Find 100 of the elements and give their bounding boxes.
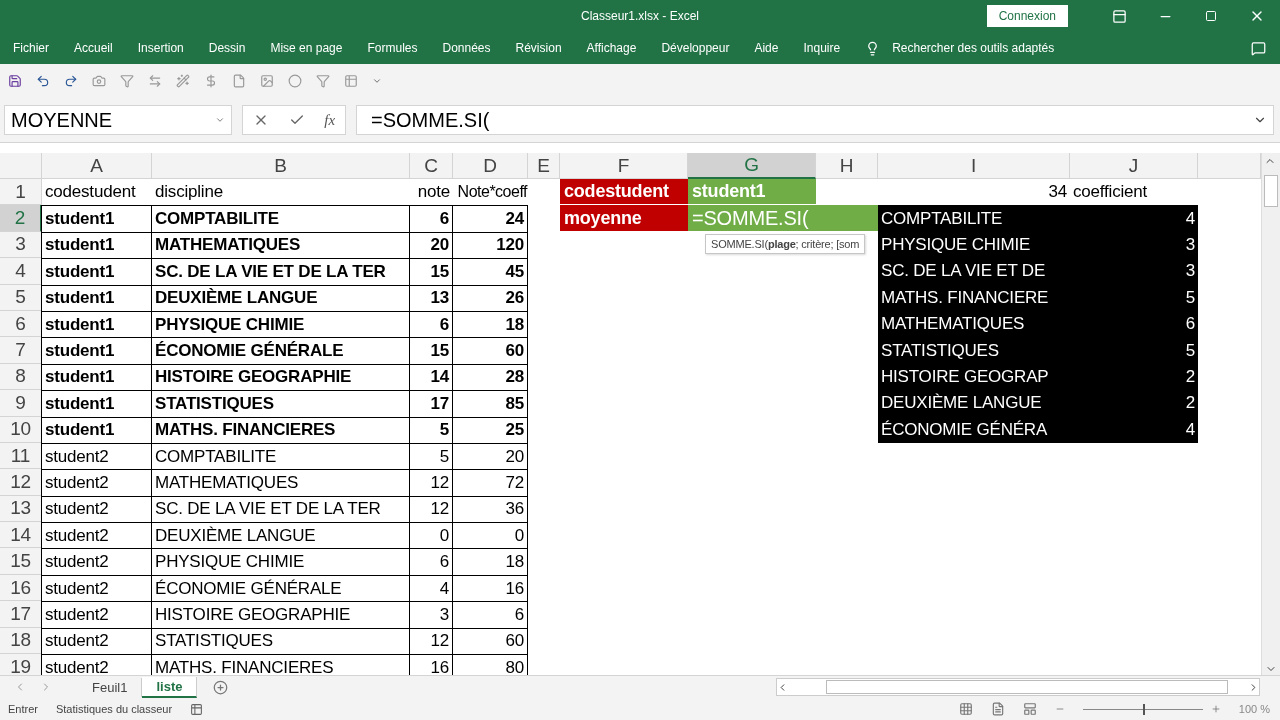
camera-icon[interactable]: [92, 74, 106, 88]
scroll-thumb[interactable]: [1264, 175, 1278, 207]
table-cell: SC. DE LA VIE ET DE: [878, 258, 1070, 285]
column-header[interactable]: A: [42, 153, 152, 179]
table-cell: 4: [1070, 416, 1198, 443]
menu-tab[interactable]: Inquire: [803, 41, 841, 55]
page-break-icon[interactable]: [1022, 702, 1037, 716]
search-hint[interactable]: Rechercher des outils adaptés: [892, 41, 1055, 55]
function-tooltip: SOMME.SI(plage; critère; [som: [705, 234, 866, 254]
table-cell: 4: [1070, 205, 1198, 232]
table-cell-text: discipline: [154, 181, 224, 204]
zoom-level: 100 %: [1238, 703, 1270, 715]
zoom-in-icon[interactable]: [1210, 704, 1221, 714]
filter-icon[interactable]: [120, 74, 134, 88]
menu-tab[interactable]: Développeur: [661, 41, 730, 55]
status-mode: Entrer: [8, 703, 38, 715]
row-header[interactable]: 15: [0, 548, 42, 575]
table-cell: codestudent: [560, 179, 688, 206]
restore-icon[interactable]: [1205, 10, 1217, 22]
sign-in-button[interactable]: Connexion: [986, 5, 1068, 27]
scroll-thumb[interactable]: [826, 680, 1228, 694]
table-cell-text: note: [416, 181, 451, 204]
menu-tab[interactable]: Insertion: [137, 41, 184, 55]
row-header[interactable]: 8: [0, 363, 42, 391]
menu-tab[interactable]: Formules: [367, 41, 418, 55]
column-header[interactable]: H: [816, 153, 878, 179]
menu-tab[interactable]: Dessin: [208, 41, 246, 55]
zoom-thumb[interactable]: [1142, 703, 1145, 715]
table-cell: ÉCONOMIE GÉNÉRA: [878, 416, 1070, 443]
row-header[interactable]: 6: [0, 310, 42, 338]
vertical-scrollbar[interactable]: [1261, 153, 1280, 675]
menu-tab[interactable]: Mise en page: [270, 41, 343, 55]
row-header[interactable]: 3: [0, 231, 42, 259]
row-header[interactable]: 4: [0, 258, 42, 285]
column-header[interactable]: J: [1070, 153, 1198, 179]
table-cell: 3: [1070, 258, 1198, 285]
table-cell: 5: [1070, 284, 1198, 311]
statistics-icon[interactable]: [190, 702, 204, 716]
row-header[interactable]: 17: [0, 601, 42, 628]
table-cell: 3: [1070, 231, 1198, 259]
horizontal-scrollbar[interactable]: [776, 678, 1260, 696]
sheet-tab[interactable]: liste: [142, 676, 198, 698]
column-header[interactable]: E: [528, 153, 560, 179]
table-cell: COMPTABILITE: [878, 205, 1070, 232]
table-icon[interactable]: [344, 74, 358, 88]
row-header[interactable]: 11: [0, 442, 42, 470]
menu-tab[interactable]: Fichier: [13, 41, 49, 55]
table-cell: 2: [1070, 390, 1198, 417]
table-cell-text: codestudent: [44, 181, 137, 204]
undo-icon[interactable]: [36, 74, 50, 88]
arrows-icon[interactable]: [148, 74, 162, 88]
column-header[interactable]: F: [560, 153, 688, 179]
filter-icon[interactable]: [316, 74, 330, 88]
insert-function-button[interactable]: fx: [324, 111, 336, 129]
table-cell: 5: [1070, 337, 1198, 364]
wand-icon[interactable]: [176, 74, 190, 88]
add-sheet-icon[interactable]: [213, 679, 229, 695]
row-header[interactable]: 18: [0, 627, 42, 655]
normal-view-icon[interactable]: [958, 702, 973, 716]
page-layout-icon[interactable]: [990, 702, 1005, 716]
column-header[interactable]: G: [688, 153, 816, 179]
circle-icon[interactable]: [288, 74, 302, 88]
dollar-icon[interactable]: [204, 74, 218, 88]
image-icon[interactable]: [260, 74, 274, 88]
row-header[interactable]: 7: [0, 337, 42, 364]
table-cell: student1: [688, 179, 816, 206]
row-header[interactable]: 19: [0, 654, 42, 675]
column-header[interactable]: C: [410, 153, 453, 179]
name-box[interactable]: MOYENNE: [4, 105, 232, 135]
menu-tab[interactable]: Aide: [754, 41, 779, 55]
table-cell: HISTOIRE GEOGRAP: [878, 363, 1070, 391]
row-header[interactable]: 14: [0, 522, 42, 549]
save-icon[interactable]: [8, 74, 22, 88]
table-cell: MATHS. FINANCIERE: [878, 284, 1070, 311]
column-header[interactable]: B: [152, 153, 410, 179]
row-header[interactable]: 9: [0, 390, 42, 417]
menu-tab[interactable]: Accueil: [74, 41, 113, 55]
menu-tab[interactable]: Données: [442, 41, 491, 55]
row-header[interactable]: 2: [0, 205, 42, 232]
table-cell: 6: [1070, 310, 1198, 338]
row-header[interactable]: 13: [0, 495, 42, 523]
row-header[interactable]: 5: [0, 284, 42, 311]
column-header[interactable]: I: [878, 153, 1070, 179]
row-header[interactable]: 12: [0, 469, 42, 496]
page-icon[interactable]: [232, 74, 246, 88]
table-cell: student1: [41, 205, 152, 233]
column-header[interactable]: D: [453, 153, 528, 179]
table-cell-text: 34: [1047, 181, 1068, 204]
ribbon-display-icon[interactable]: [1111, 8, 1127, 24]
menu-tab[interactable]: Affichage: [586, 41, 637, 55]
comment-icon[interactable]: [1251, 40, 1266, 56]
menu-tab[interactable]: Révision: [515, 41, 562, 55]
row-header[interactable]: 10: [0, 416, 42, 443]
customize-icon[interactable]: [372, 76, 382, 86]
formula-field[interactable]: =SOMME.SI(: [356, 105, 1274, 135]
row-header[interactable]: 1: [0, 179, 42, 206]
redo-icon[interactable]: [64, 74, 78, 88]
workbook-statistics[interactable]: Statistiques du classeur: [55, 703, 173, 715]
row-header[interactable]: 16: [0, 574, 42, 602]
window-title: Classeur1.xlsx - Excel: [581, 9, 699, 23]
